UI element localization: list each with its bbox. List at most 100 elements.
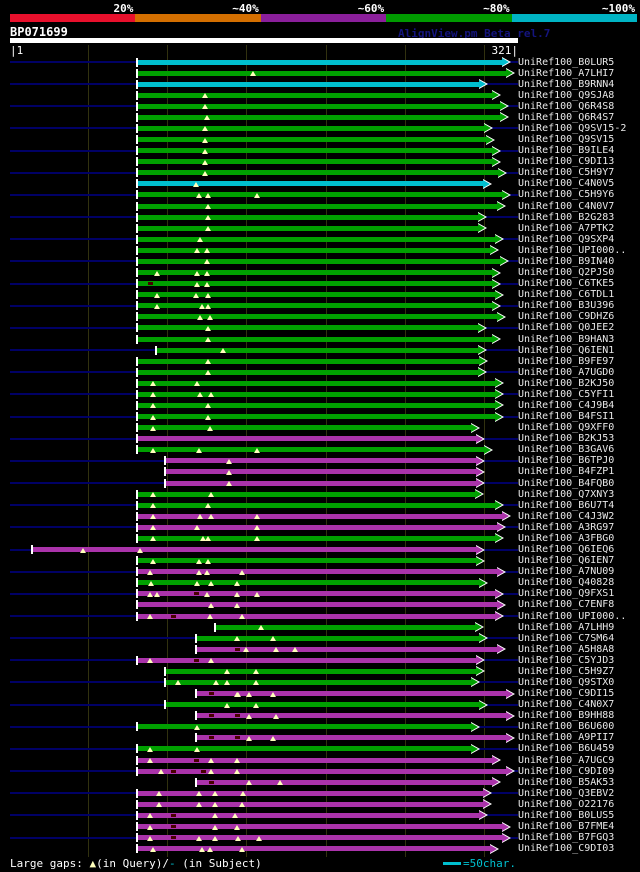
subject-id-label[interactable]: UniRef100_Q9STX0 [518, 677, 614, 688]
subject-id-label[interactable]: UniRef100_Q7XNY3 [518, 489, 614, 500]
subject-id-label[interactable]: UniRef100_B4FZP1 [518, 467, 614, 477]
subject-id-label[interactable]: UniRef100_A7NU09 [518, 567, 614, 577]
alignment-bar[interactable] [136, 801, 485, 807]
subject-id-label[interactable]: UniRef100_B9IN40 [518, 256, 614, 267]
alignment-bar[interactable] [136, 114, 502, 120]
alignment-bar[interactable] [136, 225, 480, 231]
subject-id-label[interactable]: UniRef100_Q6IEN1 [518, 345, 614, 356]
alignment-bar[interactable] [195, 691, 509, 697]
subject-id-label[interactable]: UniRef100_B3GAV6 [518, 445, 614, 455]
alignment-bar[interactable] [136, 502, 498, 508]
subject-id-label[interactable]: UniRef100_B0LUS5 [518, 810, 614, 821]
alignment-bar[interactable] [136, 203, 499, 209]
subject-id-label[interactable]: UniRef100_Q6IEN7 [518, 556, 614, 566]
subject-id-label[interactable]: UniRef100_C9DHZ6 [518, 312, 614, 322]
subject-id-label[interactable]: UniRef100_B7FME4 [518, 822, 614, 832]
alignment-bar[interactable] [136, 824, 504, 830]
subject-id-label[interactable]: UniRef100_A7LHI7 [518, 68, 614, 79]
subject-id-label[interactable]: UniRef100_C6TKE5 [518, 279, 614, 289]
alignment-bar[interactable] [136, 358, 482, 364]
alignment-bar[interactable] [136, 148, 495, 154]
alignment-bar[interactable] [136, 447, 487, 453]
alignment-bar[interactable] [136, 757, 495, 763]
subject-id-label[interactable]: UniRef100_C5H9Y7 [518, 168, 614, 178]
subject-id-label[interactable]: UniRef100_Q6R4S8 [518, 101, 614, 112]
alignment-bar[interactable] [136, 436, 479, 442]
alignment-bar[interactable] [165, 458, 479, 464]
alignment-bar[interactable] [136, 535, 498, 541]
alignment-bar[interactable] [136, 303, 495, 309]
subject-id-label[interactable]: UniRef100_Q0JEE2 [518, 323, 614, 333]
subject-id-label[interactable]: UniRef100_C9DI03 [518, 844, 614, 854]
alignment-bar[interactable] [136, 92, 495, 98]
alignment-bar[interactable] [136, 214, 480, 220]
subject-id-label[interactable]: UniRef100_C5YFI1 [518, 389, 614, 400]
alignment-bar[interactable] [136, 524, 499, 530]
alignment-bar[interactable] [32, 547, 479, 553]
alignment-bar[interactable] [136, 292, 498, 298]
subject-id-label[interactable]: UniRef100_C6TDL1 [518, 290, 614, 300]
alignment-bar[interactable] [136, 790, 485, 796]
subject-id-label[interactable]: UniRef100_B9HAN3 [518, 334, 614, 345]
alignment-bar[interactable] [136, 414, 498, 420]
subject-id-label[interactable]: UniRef100_B4FQB0 [518, 478, 614, 489]
alignment-bar[interactable] [136, 281, 495, 287]
alignment-bar[interactable] [136, 270, 495, 276]
alignment-bar[interactable] [165, 702, 482, 708]
subject-id-label[interactable]: UniRef100_C5H9Z7 [518, 666, 614, 677]
alignment-bar[interactable] [165, 668, 479, 674]
alignment-bar[interactable] [136, 258, 502, 264]
subject-id-label[interactable]: UniRef100_Q2PJS0 [518, 268, 614, 278]
alignment-bar[interactable] [195, 735, 509, 741]
subject-id-label[interactable]: UniRef100_Q6R4S7 [518, 112, 614, 123]
subject-id-label[interactable]: UniRef100_C4N0X7 [518, 700, 614, 710]
subject-id-label[interactable]: UniRef100_UPI000.. [518, 245, 626, 256]
alignment-bar[interactable] [155, 347, 480, 353]
alignment-bar[interactable] [136, 835, 504, 841]
subject-id-label[interactable]: UniRef100_B9HH88 [518, 711, 614, 721]
subject-id-label[interactable]: UniRef100_C7SM64 [518, 633, 614, 644]
subject-id-label[interactable]: UniRef100_O22176 [518, 799, 614, 810]
alignment-bar[interactable] [136, 491, 477, 497]
subject-id-label[interactable]: UniRef100_C4N0V7 [518, 201, 614, 212]
alignment-bar[interactable] [195, 713, 509, 719]
alignment-bar[interactable] [136, 236, 498, 242]
subject-id-label[interactable]: UniRef100_B6U600 [518, 722, 614, 732]
alignment-bar[interactable] [136, 181, 485, 187]
alignment-bar[interactable] [165, 480, 479, 486]
alignment-bar[interactable] [136, 425, 474, 431]
alignment-bar[interactable] [136, 846, 493, 852]
subject-id-label[interactable]: UniRef100_C7ENF8 [518, 600, 614, 610]
subject-id-label[interactable]: UniRef100_B9RNN4 [518, 79, 614, 90]
subject-id-label[interactable]: UniRef100_B6TPJ0 [518, 456, 614, 466]
alignment-bar[interactable] [165, 469, 479, 475]
alignment-bar[interactable] [136, 812, 482, 818]
alignment-bar[interactable] [136, 591, 498, 597]
subject-id-label[interactable]: UniRef100_A7LHH9 [518, 622, 614, 633]
subject-id-label[interactable]: UniRef100_B6U7T4 [518, 500, 614, 511]
alignment-bar[interactable] [136, 724, 474, 730]
subject-id-label[interactable]: UniRef100_Q9SV15 [518, 135, 614, 145]
subject-id-label[interactable]: UniRef100_B9ILE4 [518, 146, 614, 156]
subject-id-label[interactable]: UniRef100_UPI000.. [518, 611, 626, 622]
subject-id-label[interactable]: UniRef100_A5H8A8 [518, 644, 614, 655]
subject-id-label[interactable]: UniRef100_Q3EBV2 [518, 788, 614, 799]
subject-id-label[interactable]: UniRef100_B6U459 [518, 744, 614, 754]
alignment-bar[interactable] [136, 81, 482, 87]
subject-id-label[interactable]: UniRef100_C5H9Y6 [518, 190, 614, 200]
alignment-bar[interactable] [136, 768, 509, 774]
subject-id-label[interactable]: UniRef100_B0LUR5 [518, 57, 614, 68]
subject-id-label[interactable]: UniRef100_B9FE97 [518, 356, 614, 367]
alignment-bar[interactable] [136, 613, 498, 619]
subject-id-label[interactable]: UniRef100_C9DI15 [518, 689, 614, 699]
alignment-bar[interactable] [136, 402, 498, 408]
subject-id-label[interactable]: UniRef100_B5AK53 [518, 777, 614, 788]
subject-id-label[interactable]: UniRef100_B2KJ50 [518, 378, 614, 389]
alignment-bar[interactable] [214, 624, 477, 630]
alignment-bar[interactable] [136, 657, 479, 663]
alignment-bar[interactable] [136, 137, 488, 143]
alignment-bar[interactable] [136, 336, 495, 342]
alignment-bar[interactable] [136, 602, 499, 608]
subject-id-label[interactable]: UniRef100_A9PII7 [518, 733, 614, 743]
subject-id-label[interactable]: UniRef100_B3U396 [518, 301, 614, 311]
